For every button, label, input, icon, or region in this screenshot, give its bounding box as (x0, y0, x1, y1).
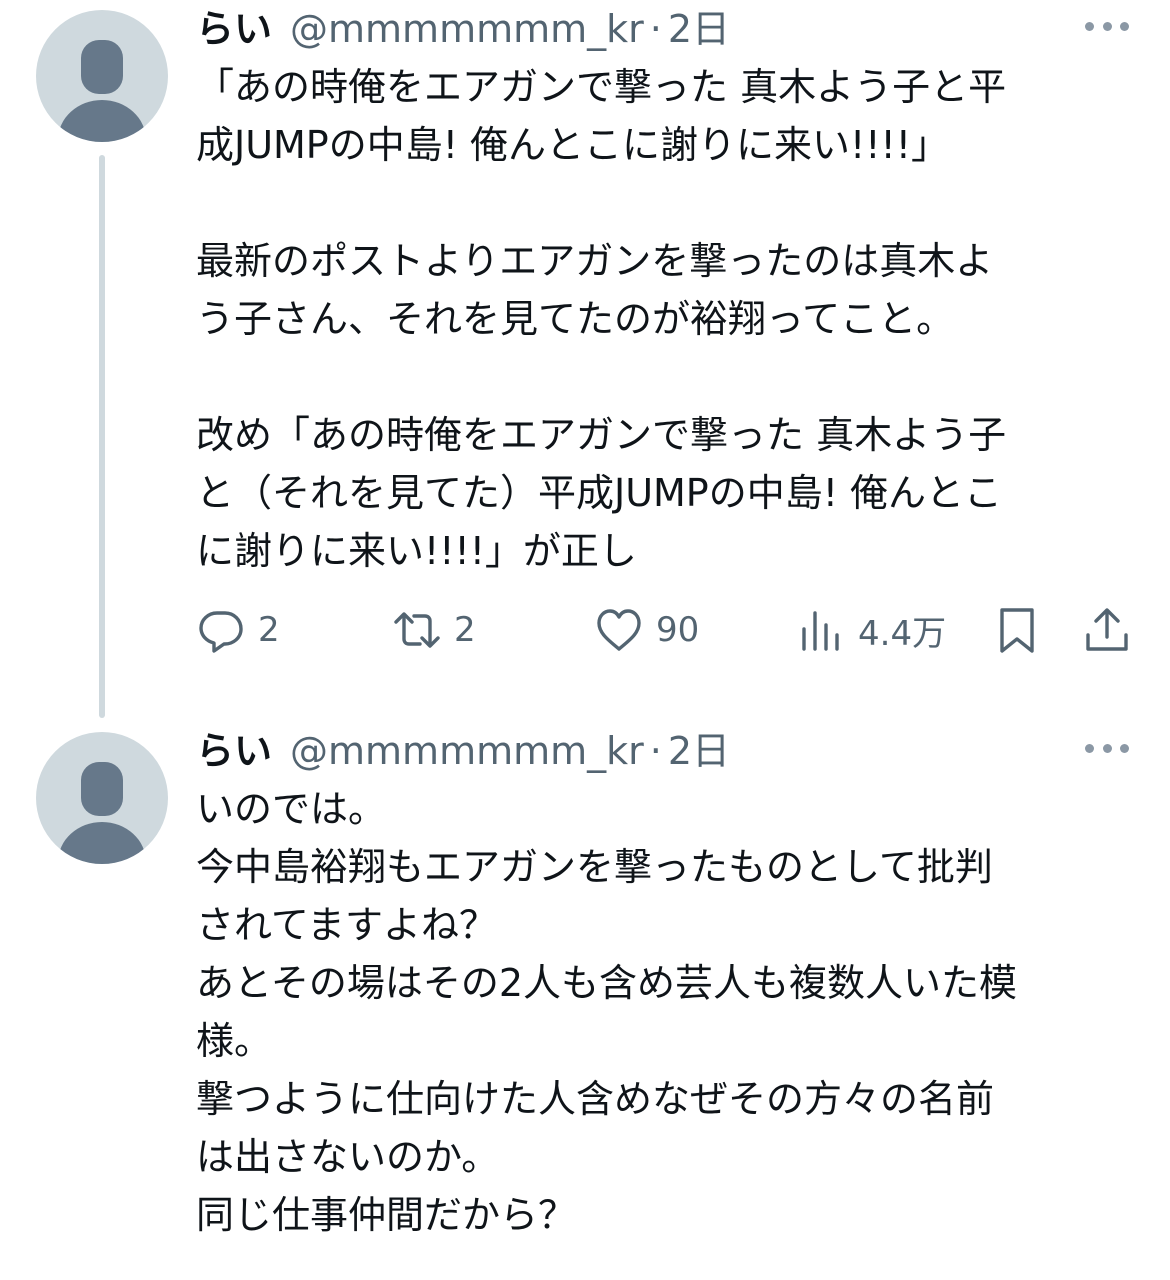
action-bar: 2 2 90 4.4万 (196, 598, 1136, 662)
display-name[interactable]: らい (196, 4, 272, 54)
bookmark-button[interactable] (992, 1270, 1042, 1280)
tweet-text: 「あの時俺をエアガンで撃った 真木よう子と平 成JUMPの中島! 俺んとこに謝り… (196, 65, 1007, 573)
like-count: 90 (656, 610, 700, 650)
retweet-button[interactable]: 2 (392, 598, 476, 662)
retweet-button[interactable] (392, 1270, 442, 1280)
tweet[interactable]: らい @mmmmmmm_kr · 2日 いのでは。 今中島裕翔もエアガンを撃った… (0, 722, 1170, 1280)
action-bar (196, 1270, 1136, 1280)
heart-icon (597, 609, 641, 651)
more-dot (1102, 21, 1112, 31)
more-dot (1085, 743, 1094, 753)
display-name[interactable]: らい (196, 726, 272, 776)
bookmark-button[interactable] (992, 598, 1042, 662)
like-button[interactable] (594, 1270, 644, 1280)
view-count: 4.4万 (858, 613, 947, 654)
user-handle[interactable]: @mmmmmmm_kr (290, 4, 644, 54)
bar-chart-icon (802, 611, 839, 651)
tweet-text: いのでは。 今中島裕翔もエアガンを撃ったものとして批判 されてますよね？ あとそ… (196, 787, 1018, 1237)
reply-button[interactable]: 2 (196, 598, 280, 662)
reply-button[interactable] (196, 1270, 246, 1280)
avatar[interactable] (36, 732, 168, 864)
avatar-head (81, 762, 123, 816)
timestamp[interactable]: 2日 (668, 726, 730, 776)
tweet[interactable]: らい @mmmmmmm_kr · 2日 「あの時俺をエアガンで撃った 真木よう子… (0, 0, 1170, 720)
separator-dot: · (649, 7, 662, 51)
user-handle[interactable]: @mmmmmmm_kr (290, 726, 644, 776)
share-upload-icon (1086, 608, 1128, 651)
share-button[interactable] (1082, 1270, 1132, 1280)
thread: らい @mmmmmmm_kr · 2日 「あの時俺をエアガンで撃った 真木よう子… (0, 0, 1170, 1280)
reply-count: 2 (258, 610, 280, 650)
timestamp[interactable]: 2日 (668, 4, 730, 54)
like-button[interactable]: 90 (594, 598, 699, 662)
thread-connector-line (99, 155, 105, 718)
avatar[interactable] (36, 10, 168, 142)
separator-dot: · (649, 729, 662, 773)
more-dot (1120, 21, 1129, 31)
bookmark-icon (1000, 608, 1034, 653)
more-dot (1120, 743, 1129, 753)
more-options-icon[interactable] (1085, 18, 1129, 34)
avatar-body (58, 100, 146, 142)
retweet-count: 2 (454, 610, 476, 650)
tweet-header: らい @mmmmmmm_kr · 2日 (196, 726, 730, 776)
views-button[interactable]: 4.4万 (796, 598, 946, 662)
tweet-header: らい @mmmmmmm_kr · 2日 (196, 4, 730, 54)
more-options-icon[interactable] (1085, 740, 1129, 756)
reply-bubble-icon (199, 611, 243, 653)
more-dot (1102, 743, 1112, 753)
views-button[interactable] (796, 1270, 846, 1280)
retweet-icon (394, 612, 440, 648)
avatar-body (58, 822, 146, 864)
share-button[interactable] (1082, 598, 1132, 662)
more-dot (1085, 21, 1094, 31)
avatar-head (81, 40, 123, 94)
